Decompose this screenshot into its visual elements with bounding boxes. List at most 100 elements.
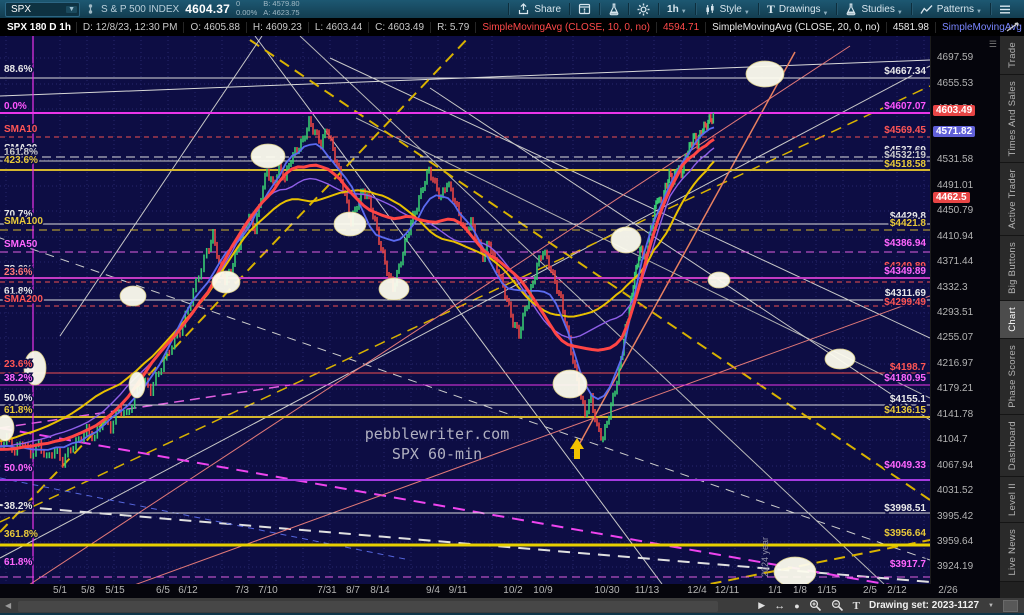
date-tick-label: 10/2 — [503, 585, 522, 596]
ellipse-marker — [774, 557, 816, 584]
resize-grip[interactable] — [1003, 600, 1018, 612]
zoom-in-icon[interactable] — [809, 599, 822, 612]
date-tick-label: 10/9 — [533, 585, 552, 596]
price-level-label: $4180.95 — [884, 373, 926, 384]
price-tick-label: 4450.79 — [937, 205, 973, 216]
price-badge: 4603.49 — [933, 105, 975, 116]
date-tick-label: 1/15 — [817, 585, 836, 596]
price-tick-label: 4104.7 — [937, 434, 968, 445]
ellipse-marker — [379, 278, 409, 300]
study-legend-value: 4594.71 — [656, 22, 705, 33]
fib-label: 38.2% — [4, 373, 32, 384]
ohlc-field: O: 4605.88 — [183, 22, 245, 33]
study-legend-value: 4581.98 — [886, 22, 935, 33]
fib-label: 0.0% — [4, 101, 27, 112]
dot-tool-icon[interactable]: ● — [794, 601, 799, 611]
ohlc-field: C: 4603.49 — [368, 22, 430, 33]
up-arrow-marker — [570, 438, 584, 459]
study-legend-label[interactable]: SimpleMovingAvg (CLOSE, 20, 0, no) — [705, 22, 886, 33]
date-tick-label: 12/4 — [687, 585, 706, 596]
playback-icon[interactable]: ▶ — [758, 600, 765, 611]
price-level-label: $3998.51 — [884, 503, 926, 514]
date-tick-label: 2/5 — [863, 585, 877, 596]
sidebar-tab-live-news[interactable]: Live News — [1000, 523, 1024, 583]
symbol-select[interactable]: SPX ▼ — [5, 2, 80, 17]
pan-arrows-icon[interactable]: ↔ — [774, 600, 785, 612]
sidebar-tab-level-ii[interactable]: Level II — [1000, 477, 1024, 523]
bid-ask-block: B: 4579.80 A: 4623.75 — [263, 0, 299, 17]
sidebar-tab-dashboard[interactable]: Dashboard — [1000, 415, 1024, 477]
share-button[interactable]: Share — [509, 3, 569, 15]
price-tick-label: 3959.64 — [937, 536, 973, 547]
zoom-out-icon[interactable] — [831, 599, 844, 612]
last-price: 4604.37 — [185, 2, 230, 16]
sidebar-tab-big-buttons[interactable]: Big Buttons — [1000, 236, 1024, 301]
studies-button[interactable]: Studies▼ — [837, 3, 910, 16]
scrollbar-thumb[interactable] — [18, 601, 718, 612]
chart-canvas[interactable]: 88.6%0.0%SMA10SMA20161.8%423.6%70.7%SMA1… — [0, 36, 930, 584]
drawings-button[interactable]: T Drawings▼ — [759, 2, 837, 17]
text-tool-icon[interactable]: T — [853, 600, 860, 612]
chevron-down-icon: ▼ — [897, 10, 903, 16]
sidebar-tab-chart[interactable]: Chart — [1000, 301, 1024, 339]
gear-icon — [637, 3, 650, 16]
fib-label: 61.8% — [4, 557, 32, 568]
ellipse-marker — [553, 370, 587, 398]
study-legend-label[interactable]: SimpleMovingAvg (CLOSE, 10, 0, no) — [475, 22, 656, 33]
date-tick-label: 8/14 — [370, 585, 389, 596]
price-tick-label: 4697.59 — [937, 52, 973, 63]
fib-label: SMA10 — [4, 124, 38, 135]
price-levels-layer — [0, 36, 930, 584]
timeframe-button[interactable]: 1h▼ — [659, 4, 695, 15]
price-level-label: $4198.7 — [890, 362, 927, 373]
chart-mode-icon[interactable] — [1005, 20, 1021, 34]
alerts-button[interactable] — [570, 3, 599, 15]
price-tick-label: 4332.3 — [937, 282, 968, 293]
drawing-set-label[interactable]: Drawing set: 2023-1127 — [869, 600, 979, 611]
ellipse-markers-layer — [0, 61, 855, 584]
share-icon — [517, 3, 530, 15]
ohlc-field: D: 12/8/23, 12:30 PM — [76, 22, 184, 33]
style-button[interactable]: Style▼ — [696, 3, 758, 16]
ellipse-marker — [334, 212, 366, 236]
ohlc-field: H: 4609.23 — [246, 22, 308, 33]
patterns-button[interactable]: Patterns▼ — [912, 4, 990, 15]
chevron-down-icon: ▼ — [744, 10, 750, 16]
price-tick-label: 4655.53 — [937, 78, 973, 89]
price-tick-label: 4255.07 — [937, 332, 973, 343]
menu-button[interactable] — [991, 4, 1019, 15]
price-badge: 4462.5 — [933, 192, 970, 203]
price-level-label: $4349.89 — [884, 266, 926, 277]
ask-value: A: 4623.75 — [263, 9, 299, 18]
sidebar-tab-trade[interactable]: Trade — [1000, 36, 1024, 75]
date-tick-label: 6/5 — [156, 585, 170, 596]
price-tick-label: 3924.19 — [937, 561, 973, 572]
price-tick-label: 4410.94 — [937, 231, 973, 242]
sidebar-tab-phase-scores[interactable]: Phase Scores — [1000, 339, 1024, 415]
chevron-down-icon: ▼ — [66, 6, 77, 13]
quick-study-button[interactable] — [600, 3, 628, 16]
price-level-label: $3917.7 — [890, 559, 927, 570]
date-tick-label: 5/15 — [105, 585, 124, 596]
date-tick-label: 7/3 — [235, 585, 249, 596]
bottom-bar: ◀ ▶ ↔ ● T Drawing set: 2023-1127 ▼ — [0, 598, 1024, 615]
link-icon[interactable] — [86, 3, 95, 16]
axis-menu-icon[interactable]: ☰ — [989, 39, 997, 50]
settings-button[interactable] — [629, 3, 658, 16]
price-level-label: $4518.58 — [884, 159, 926, 170]
watermark-line-1: pebblewriter.com — [365, 425, 510, 443]
scroll-left-icon[interactable]: ◀ — [5, 601, 11, 610]
grid-layer — [0, 36, 930, 584]
price-tick-label: 4216.97 — [937, 358, 973, 369]
fib-label: 361.8% — [4, 529, 38, 540]
sidebar-tab-times-and-sales[interactable]: Times And Sales — [1000, 75, 1024, 163]
calendar-alert-icon — [578, 3, 591, 15]
sidebar-tab-active-trader[interactable]: Active Trader — [1000, 163, 1024, 236]
date-tick-label: 1/8 — [793, 585, 807, 596]
time-axis[interactable]: 5/15/85/156/56/127/37/107/318/78/149/49/… — [0, 584, 1000, 598]
price-axis[interactable]: ☰ 4697.594655.534613.844531.584491.01445… — [930, 36, 1001, 584]
ellipse-marker — [251, 144, 285, 168]
chevron-down-icon: ▼ — [976, 9, 982, 15]
date-tick-label: 7/31 — [317, 585, 336, 596]
ohlc-field: R: 5.79 — [430, 22, 475, 33]
